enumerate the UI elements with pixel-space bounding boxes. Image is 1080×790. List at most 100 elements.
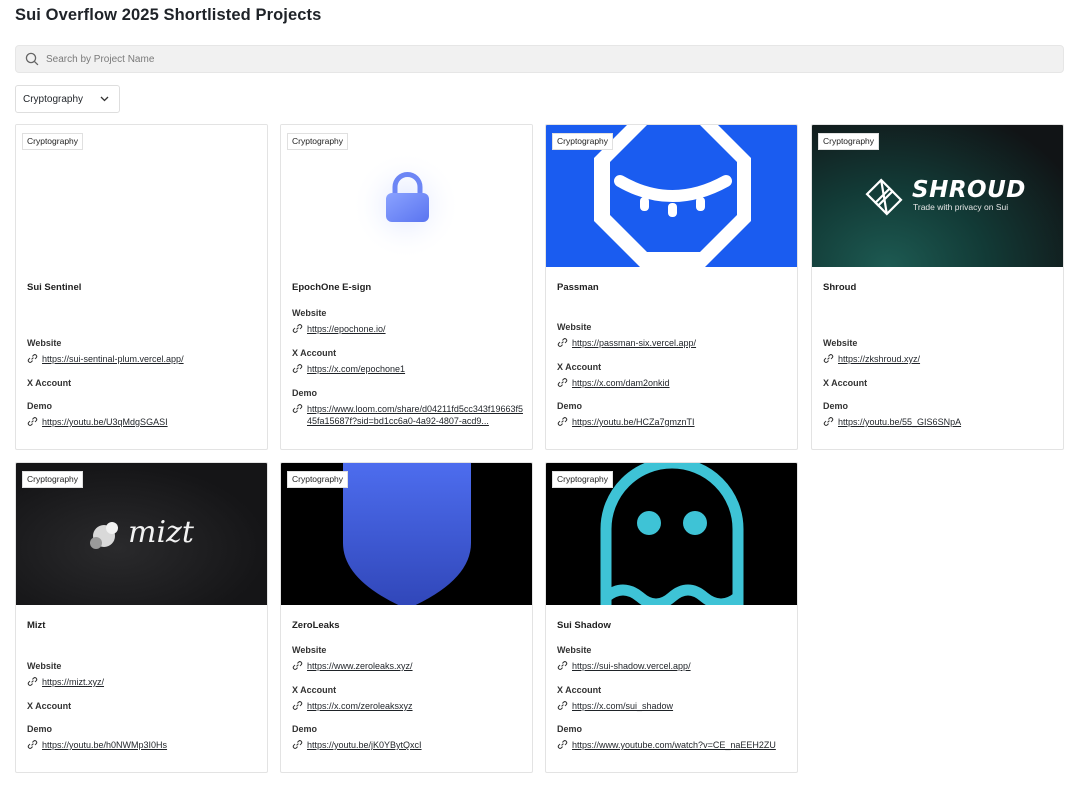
link-icon xyxy=(557,661,568,670)
category-badge: Cryptography xyxy=(552,471,614,488)
website-link[interactable]: https://www.zeroleaks.xyz/ xyxy=(292,660,527,672)
category-badge: Cryptography xyxy=(552,133,614,150)
website-link[interactable]: https://mizt.xyz/ xyxy=(27,676,262,688)
link-icon xyxy=(27,740,38,749)
demo-link[interactable]: https://youtu.be/HCZa7gmznTI xyxy=(557,416,792,428)
website-link[interactable]: https://sui-shadow.vercel.app/ xyxy=(557,660,792,672)
category-badge: Cryptography xyxy=(22,471,84,488)
website-link[interactable]: https://zkshroud.xyz/ xyxy=(823,353,1058,365)
demo-link[interactable]: https://www.youtube.com/watch?v=CE_naEEH… xyxy=(557,739,792,751)
project-name: Shroud xyxy=(823,282,857,293)
demo-link[interactable]: https://youtu.be/55_GIS6SNpA xyxy=(823,416,1058,428)
demo-link[interactable]: https://youtu.be/jK0YBytQxcI xyxy=(292,739,527,751)
x-account-link[interactable]: https://x.com/dam2onkid xyxy=(557,377,792,389)
project-name: Sui Shadow xyxy=(557,620,611,631)
demo-label: Demo xyxy=(557,724,583,734)
search-input[interactable] xyxy=(46,53,946,65)
link-icon xyxy=(292,364,303,373)
demo-url[interactable]: https://youtu.be/jK0YBytQxcI xyxy=(307,739,422,751)
website-label: Website xyxy=(27,338,62,348)
demo-url[interactable]: https://youtu.be/U3qMdgSGASI xyxy=(42,416,168,428)
category-badge: Cryptography xyxy=(287,133,349,150)
link-icon xyxy=(823,354,834,363)
x-account-link[interactable]: https://x.com/sui_shadow xyxy=(557,700,792,712)
project-card-sui-shadow[interactable]: Cryptography Sui Shadow Website https://… xyxy=(545,462,798,773)
category-filter-select[interactable]: Cryptography xyxy=(15,85,120,113)
website-link[interactable]: https://sui-sentinal-plum.vercel.app/ xyxy=(27,353,262,365)
project-name: ZeroLeaks xyxy=(292,620,340,631)
x-account-link[interactable]: https://x.com/epochone1 xyxy=(292,363,527,375)
x-account-label: X Account xyxy=(27,378,72,388)
project-name: Mizt xyxy=(27,620,46,631)
x-account-url[interactable]: https://x.com/sui_shadow xyxy=(572,700,673,712)
demo-url[interactable]: https://www.loom.com/share/d04211fd5cc34… xyxy=(307,403,527,427)
demo-url[interactable]: https://youtu.be/HCZa7gmznTI xyxy=(572,416,695,428)
website-url[interactable]: https://epochone.io/ xyxy=(307,323,386,335)
shroud-tagline: Trade with privacy on Sui xyxy=(913,202,1009,212)
demo-url[interactable]: https://youtu.be/h0NWMp3I0Hs xyxy=(42,739,167,751)
link-icon xyxy=(557,417,568,426)
link-icon xyxy=(292,740,303,749)
link-icon xyxy=(557,338,568,347)
link-icon xyxy=(557,701,568,710)
website-label: Website xyxy=(292,645,327,655)
search-bar[interactable] xyxy=(15,45,1064,73)
website-url[interactable]: https://passman-six.vercel.app/ xyxy=(572,337,696,349)
demo-link[interactable]: https://youtu.be/U3qMdgSGASI xyxy=(27,416,262,428)
project-name: Sui Sentinel xyxy=(27,282,82,293)
demo-label: Demo xyxy=(27,401,53,411)
x-account-label: X Account xyxy=(292,348,337,358)
shroud-logo-text: SHROUD xyxy=(912,177,1026,203)
website-label: Website xyxy=(292,308,327,318)
x-account-link[interactable]: https://x.com/zeroleaksxyz xyxy=(292,700,527,712)
project-card-mizt[interactable]: mizt Cryptography Mizt Website https://m… xyxy=(15,462,268,773)
category-badge: Cryptography xyxy=(287,471,349,488)
link-icon xyxy=(292,404,303,413)
website-label: Website xyxy=(557,645,592,655)
demo-url[interactable]: https://youtu.be/55_GIS6SNpA xyxy=(838,416,961,428)
project-card-shroud[interactable]: SHROUD Trade with privacy on Sui Cryptog… xyxy=(811,124,1064,450)
website-label: Website xyxy=(27,661,62,671)
project-name: Passman xyxy=(557,282,599,293)
link-icon xyxy=(823,417,834,426)
project-card-epochone[interactable]: Cryptography EpochOne E-sign Website htt… xyxy=(280,124,533,450)
link-icon xyxy=(27,354,38,363)
mizt-logo-text: mizt xyxy=(128,515,194,550)
website-label: Website xyxy=(823,338,858,348)
link-icon xyxy=(292,324,303,333)
website-url[interactable]: https://sui-shadow.vercel.app/ xyxy=(572,660,691,672)
x-account-label: X Account xyxy=(27,701,72,711)
chevron-down-icon xyxy=(100,94,109,105)
demo-url[interactable]: https://www.youtube.com/watch?v=CE_naEEH… xyxy=(572,739,776,751)
project-card-zeroleaks[interactable]: Cryptography ZeroLeaks Website https://w… xyxy=(280,462,533,773)
x-account-label: X Account xyxy=(557,685,602,695)
x-account-url[interactable]: https://x.com/zeroleaksxyz xyxy=(307,700,413,712)
link-icon xyxy=(557,740,568,749)
x-account-label: X Account xyxy=(557,362,602,372)
demo-label: Demo xyxy=(823,401,849,411)
project-card-passman[interactable]: Cryptography Passman Website https://pas… xyxy=(545,124,798,450)
link-icon xyxy=(27,417,38,426)
website-label: Website xyxy=(557,322,592,332)
website-link[interactable]: https://epochone.io/ xyxy=(292,323,527,335)
link-icon xyxy=(292,701,303,710)
demo-label: Demo xyxy=(292,388,318,398)
website-url[interactable]: https://sui-sentinal-plum.vercel.app/ xyxy=(42,353,184,365)
demo-label: Demo xyxy=(557,401,583,411)
page-title: Sui Overflow 2025 Shortlisted Projects xyxy=(15,6,322,24)
website-url[interactable]: https://zkshroud.xyz/ xyxy=(838,353,920,365)
x-account-url[interactable]: https://x.com/dam2onkid xyxy=(572,377,670,389)
link-icon xyxy=(27,677,38,686)
x-account-url[interactable]: https://x.com/epochone1 xyxy=(307,363,405,375)
category-badge: Cryptography xyxy=(818,133,880,150)
x-account-label: X Account xyxy=(292,685,337,695)
project-card-sui-sentinel[interactable]: Cryptography Sui Sentinel Website https:… xyxy=(15,124,268,450)
demo-label: Demo xyxy=(292,724,318,734)
demo-link[interactable]: https://youtu.be/h0NWMp3I0Hs xyxy=(27,739,262,751)
website-url[interactable]: https://mizt.xyz/ xyxy=(42,676,104,688)
project-name: EpochOne E-sign xyxy=(292,282,372,293)
x-account-label: X Account xyxy=(823,378,868,388)
website-url[interactable]: https://www.zeroleaks.xyz/ xyxy=(307,660,413,672)
website-link[interactable]: https://passman-six.vercel.app/ xyxy=(557,337,792,349)
demo-link[interactable]: https://www.loom.com/share/d04211fd5cc34… xyxy=(292,403,527,427)
